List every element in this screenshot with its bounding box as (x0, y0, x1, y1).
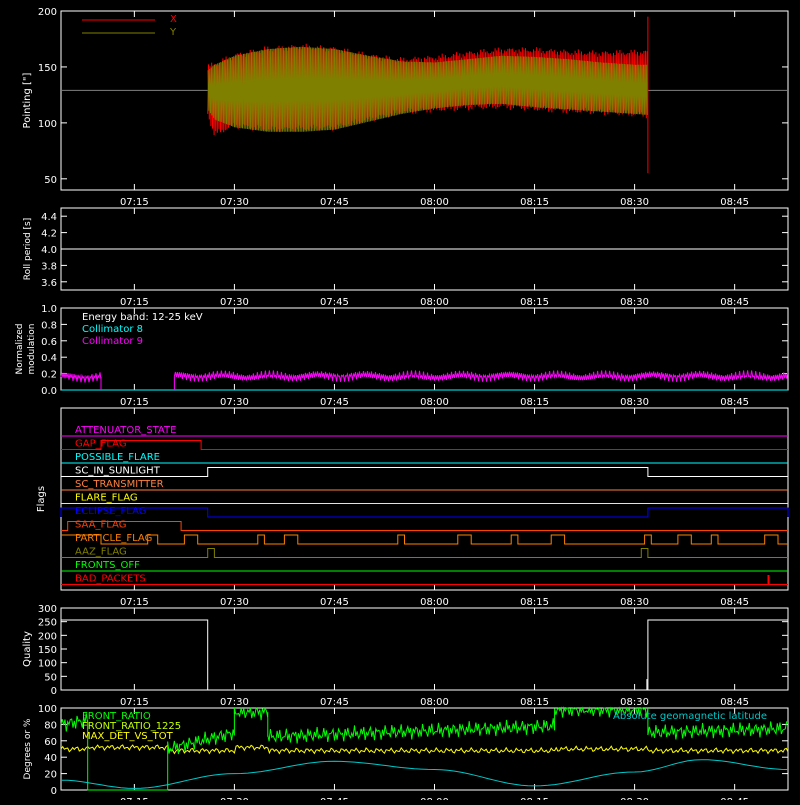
modulation-xtick-label: 08:45 (720, 397, 749, 408)
flag-trace-eclipse-flag (60, 507, 789, 518)
pointing-xtick-label: 08:30 (620, 197, 649, 208)
modulation-xtick-label: 07:15 (120, 397, 149, 408)
degrees-ytick-label: 80 (44, 720, 57, 731)
roll-xtick-label: 07:30 (220, 297, 249, 308)
pointing-xtick-label: 07:30 (220, 197, 249, 208)
flag-trace-sc-in-sunlight (61, 467, 788, 477)
quality-ytick-label: 0 (51, 686, 57, 697)
modulation-ytick-label: 0.6 (41, 337, 57, 348)
modulation-xtick-label: 08:30 (620, 397, 649, 408)
quality-ytick-label: 300 (38, 604, 57, 615)
roll-xtick-label: 08:15 (520, 297, 549, 308)
roll-xtick-label: 08:30 (620, 297, 649, 308)
pointing-ylabel: Pointing ["] (22, 72, 33, 128)
quality-ytick-label: 100 (38, 659, 57, 670)
pointing-ytick-label: 100 (38, 119, 57, 130)
quicklook-figure: 07:15 07:30 07:45 08:00 08:15 08:30 08:4520015… (15, 7, 789, 805)
geomag-latitude-line (60, 759, 789, 789)
quality-ytick-label: 150 (38, 645, 57, 656)
modulation-ytick-label: 1.0 (41, 304, 57, 315)
collimator9-segment (173, 370, 789, 382)
modulation-xtick-label: 08:00 (420, 397, 449, 408)
flag-label-attenuator-state: ATTENUATOR_STATE (75, 425, 176, 436)
chart-canvas: 07:15 07:30 07:45 08:00 08:15 08:30 08:45 200 15… (0, 0, 800, 805)
quality-xtick-label: 07:45 (320, 697, 349, 708)
pointing-xtick-label: 08:45 (720, 197, 749, 208)
modulation-ylabel-1: Normalized (15, 323, 25, 374)
flags-xtick-label: 08:30 (620, 597, 649, 608)
degrees-ytick-label: 20 (44, 770, 57, 781)
roll-xtick-label: 08:45 (720, 297, 749, 308)
quality-line (61, 619, 788, 691)
flag-trace-particle-flag (61, 534, 788, 545)
roll-xtick-label: 07:15 (120, 297, 149, 308)
modulation-xtick-label: 07:30 (220, 397, 249, 408)
pointing-ytick-label: 50 (44, 175, 57, 186)
quality-xtick-label: 08:15 (520, 697, 549, 708)
roll-xtick-label: 08:00 (420, 297, 449, 308)
quality-xtick-label: 07:30 (220, 697, 249, 708)
legend-x-label: X (170, 14, 177, 25)
degrees-ytick-label: 40 (44, 753, 57, 764)
degrees-ytick-label: 100 (38, 704, 57, 715)
modulation-legend-band: Energy band: 12-25 keV (82, 312, 203, 323)
pointing-ytick-label: 200 (38, 7, 57, 18)
flag-trace-aaz-flag (61, 548, 788, 558)
modulation-xtick-label: 08:15 (520, 397, 549, 408)
roll-ytick-label: 3.8 (41, 261, 57, 272)
modulation-ytick-label: 0.0 (41, 386, 57, 397)
modulation-ytick-label: 0.2 (41, 370, 57, 381)
modulation-xtick-label: 07:45 (320, 397, 349, 408)
flag-label-bad-packets: BAD_PACKETS (75, 574, 146, 585)
modulation-legend-col9: Collimator 9 (82, 336, 143, 347)
flag-label-sc-transmitter: SC_TRANSMITTER (75, 479, 164, 490)
flags-xtick-label: 08:45 (720, 597, 749, 608)
flag-label-fronts-off: FRONTS_OFF (75, 560, 140, 571)
pointing-xtick-label: 08:15 (520, 197, 549, 208)
flags-xtick-label: 07:15 (120, 597, 149, 608)
flags-ylabel: Flags (36, 486, 47, 512)
quality-xtick-label: 08:00 (420, 697, 449, 708)
flags-xtick-label: 08:00 (420, 597, 449, 608)
roll-ytick-label: 4.2 (41, 229, 57, 240)
pointing-xtick-label: 07:15 (120, 197, 149, 208)
quality-xtick-label: 08:30 (620, 697, 649, 708)
flag-trace-gap-flag (61, 440, 788, 450)
modulation-ylabel-2: modulation (27, 324, 37, 375)
flag-label-aaz-flag: AAZ_FLAG (75, 547, 127, 558)
roll-xtick-label: 07:45 (320, 297, 349, 308)
modulation-legend-col8: Collimator 8 (82, 324, 143, 335)
roll-ytick-label: 4.0 (41, 245, 57, 256)
flags-xtick-label: 07:30 (220, 597, 249, 608)
degrees-ytick-label: 0 (51, 786, 57, 797)
legend-y-label: Y (169, 27, 177, 38)
quality-ytick-label: 50 (44, 672, 57, 683)
roll-ytick-label: 3.6 (41, 278, 57, 289)
quality-ytick-label: 250 (38, 618, 57, 629)
quality-ylabel: Quality (22, 631, 33, 667)
modulation-ytick-label: 0.8 (41, 320, 57, 331)
quality-xtick-label: 07:15 (120, 697, 149, 708)
roll-ytick-label: 4.4 (41, 212, 57, 223)
degrees-legend-max-det: MAX_DET_VS_TOT (82, 731, 174, 742)
modulation-ytick-label: 0.4 (41, 353, 57, 364)
pointing-xtick-label: 08:00 (420, 197, 449, 208)
flags-xtick-label: 07:45 (320, 597, 349, 608)
flag-label-flare-flag: FLARE_FLAG (75, 493, 138, 504)
pointing-xtick-label: 07:45 (320, 197, 349, 208)
flags-xtick-label: 08:15 (520, 597, 549, 608)
quality-ytick-label: 200 (38, 631, 57, 642)
flag-label-possible-flare: POSSIBLE_FLARE (75, 452, 160, 463)
flag-trace-saa-flag (61, 521, 788, 531)
flag-trace-bad-packets (61, 575, 788, 585)
roll-ylabel: Roll period [s] (23, 218, 33, 280)
degrees-ylabel: Degrees or % (23, 718, 33, 779)
degrees-legend-geomag: Absolute geomagnetic latitude (613, 711, 767, 722)
quality-xtick-label: 08:45 (720, 697, 749, 708)
degrees-ytick-label: 60 (44, 737, 57, 748)
flag-label-sc-in-sunlight: SC_IN_SUNLIGHT (75, 466, 161, 477)
pointing-ytick-label: 150 (38, 63, 57, 74)
